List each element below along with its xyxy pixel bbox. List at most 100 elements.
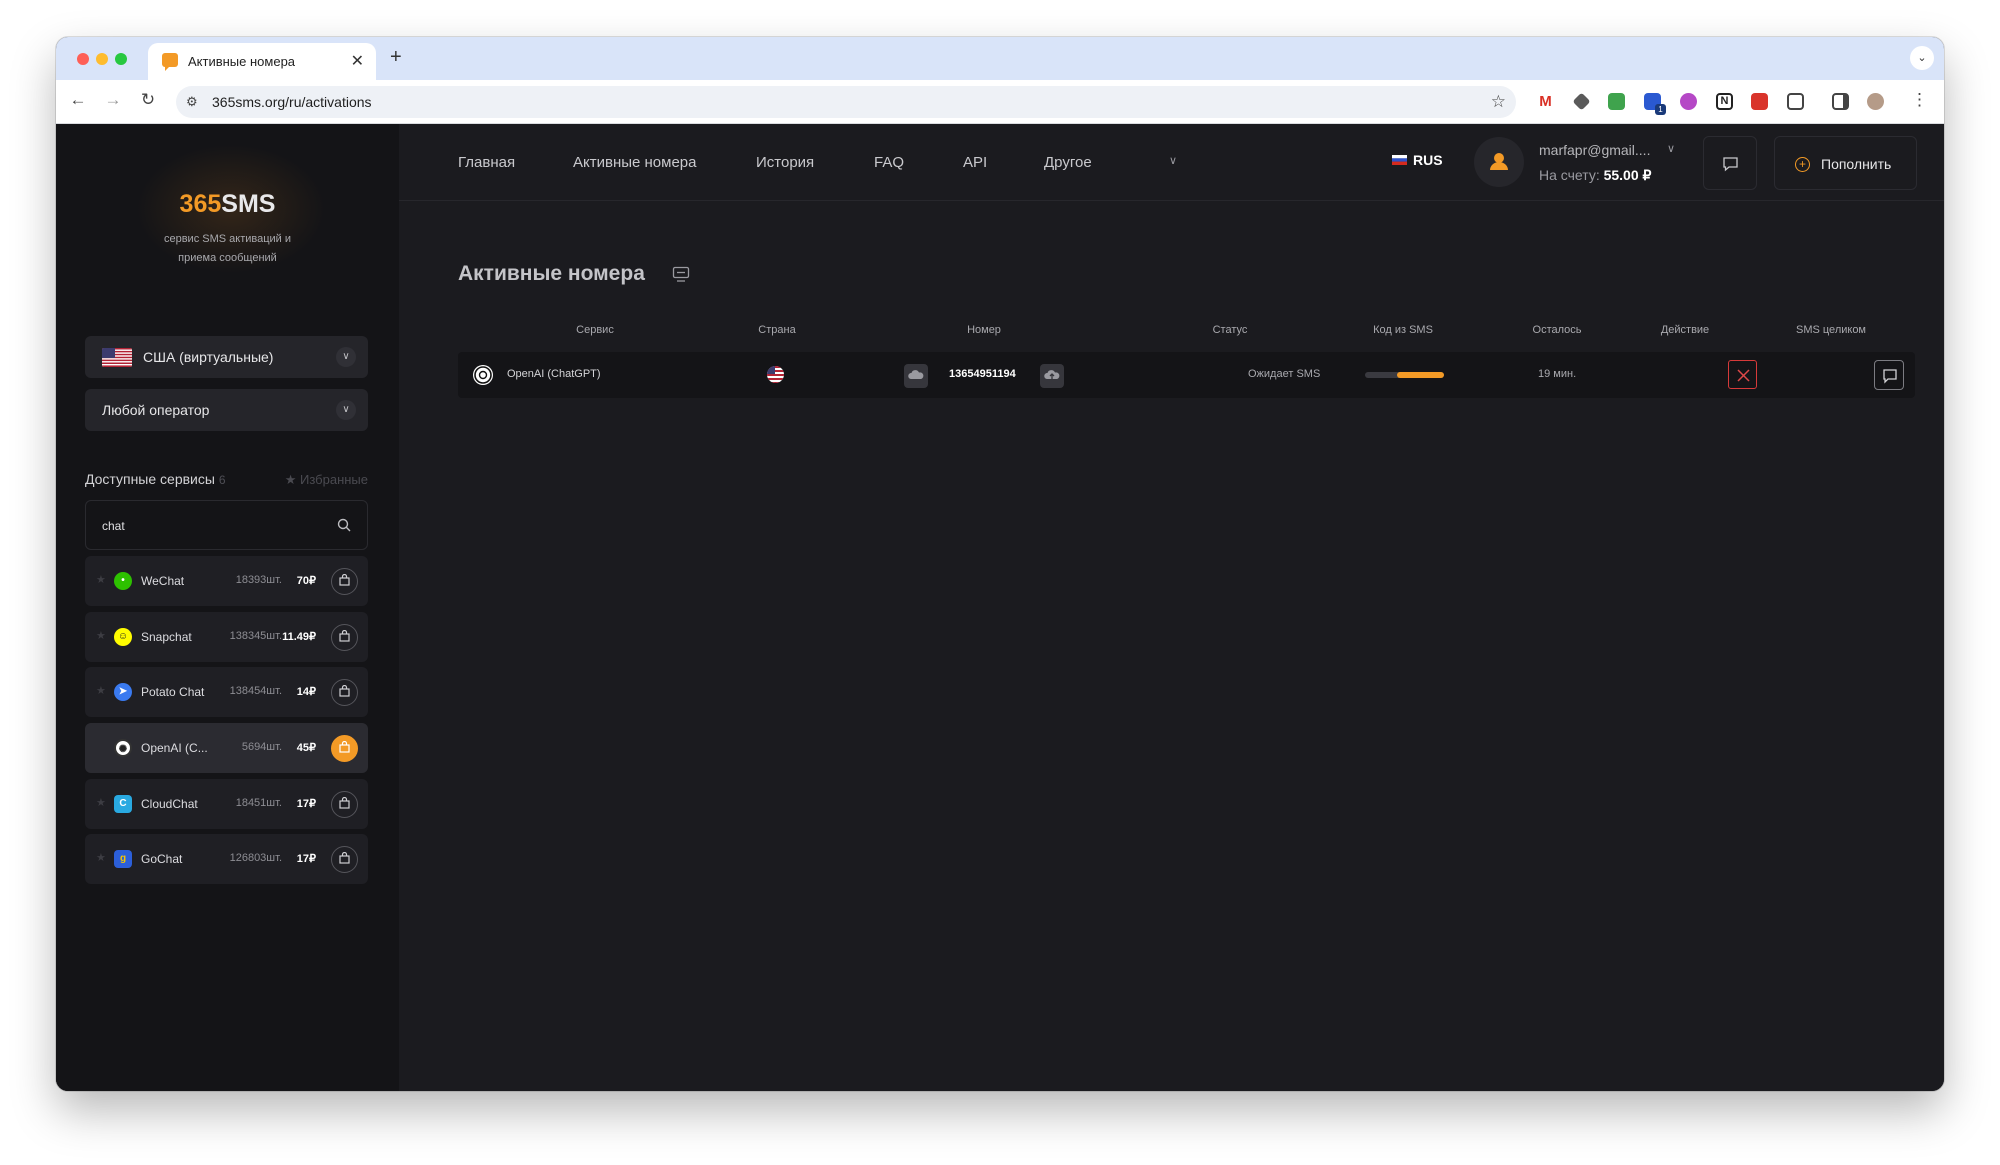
account-email[interactable]: marfapr@gmail.... <box>1539 142 1650 158</box>
service-name: Snapchat <box>141 630 192 644</box>
buy-bag-icon[interactable] <box>331 846 358 873</box>
notion-extension-icon[interactable]: N <box>1716 93 1733 110</box>
favorite-star-icon[interactable]: ★ <box>96 851 106 864</box>
table-row: OpenAI (ChatGPT) 13654951194 Ожидает SMS… <box>458 352 1915 398</box>
reload-icon[interactable]: ↻ <box>136 90 160 110</box>
logo[interactable]: 365SMS <box>56 190 399 219</box>
minimize-window-button[interactable] <box>96 53 108 65</box>
site-info-icon[interactable]: ⚙ <box>186 94 198 110</box>
favorite-star-icon[interactable]: ★ <box>96 796 106 809</box>
service-quantity: 18393шт. <box>235 574 282 586</box>
tagline: сервис SMS активаций и приема сообщений <box>163 233 292 264</box>
nav-other[interactable]: Другое <box>1044 154 1092 171</box>
sms-wait-progress <box>1365 372 1444 378</box>
close-window-button[interactable] <box>77 53 89 65</box>
column-header-sms-code: Код из SMS <box>1373 324 1433 336</box>
blue-extension-icon[interactable]: 1 <box>1644 93 1666 115</box>
column-header-remaining: Осталось <box>1532 324 1582 336</box>
search-value[interactable]: chat <box>102 519 125 533</box>
cancel-activation-button[interactable] <box>1728 360 1757 389</box>
profile-avatar-icon[interactable] <box>1867 93 1884 110</box>
close-icon <box>1737 369 1750 382</box>
buy-bag-icon[interactable] <box>331 791 358 818</box>
chevron-down-icon[interactable]: ∨ <box>1169 154 1177 167</box>
purple-extension-icon[interactable] <box>1680 93 1697 110</box>
support-chat-button[interactable] <box>1703 136 1757 190</box>
language-selector[interactable]: RUS <box>1413 152 1443 168</box>
browser-toolbar: ← → ↻ ⚙ 365sms.org/ru/activations ☆ M 1 … <box>56 80 1944 124</box>
plus-circle-icon: + <box>1795 157 1810 172</box>
top-up-button[interactable]: + Пополнить <box>1774 136 1917 190</box>
operator-select[interactable]: Любой оператор ∨ <box>85 389 368 431</box>
view-full-sms-button[interactable] <box>1874 360 1904 390</box>
address-bar[interactable]: ⚙ 365sms.org/ru/activations ☆ <box>176 86 1516 118</box>
nav-history[interactable]: История <box>756 154 814 171</box>
browser-tab[interactable]: Активные номера ✕ <box>148 43 376 80</box>
service-quantity: 138454шт. <box>229 685 282 697</box>
user-avatar[interactable] <box>1474 137 1524 187</box>
new-tab-button[interactable]: + <box>390 46 402 69</box>
nav-home[interactable]: Главная <box>458 154 515 171</box>
bookmark-star-icon[interactable]: ☆ <box>1491 92 1506 112</box>
forward-icon[interactable]: → <box>101 90 125 110</box>
cloud-upload-icon[interactable] <box>1040 364 1064 388</box>
favorite-star-icon[interactable]: ★ <box>96 629 106 642</box>
service-quantity: 138345шт. <box>229 630 282 642</box>
service-item-cloudchat[interactable]: ★ C CloudChat 18451шт. 17₽ <box>85 779 368 829</box>
extension-badge: 1 <box>1655 104 1666 115</box>
service-item-snapchat[interactable]: ★ ☺ Snapchat 138345шт. 11.49₽ <box>85 612 368 662</box>
extensions-puzzle-icon[interactable] <box>1787 93 1804 110</box>
browser-window: Активные номера ✕ + ⌄ ← → ↻ ⚙ 365sms.org… <box>56 37 1944 1091</box>
service-search-input[interactable]: chat <box>85 500 368 550</box>
service-name: Potato Chat <box>141 685 205 699</box>
snapchat-icon: ☺ <box>114 628 132 646</box>
buy-bag-icon[interactable] <box>331 735 358 762</box>
buy-bag-icon[interactable] <box>331 679 358 706</box>
back-icon[interactable]: ← <box>66 90 90 110</box>
cloud-icon[interactable] <box>904 364 928 388</box>
service-price: 11.49₽ <box>282 631 316 643</box>
column-header-service: Сервис <box>576 324 614 336</box>
nav-active-numbers[interactable]: Активные номера <box>573 154 697 171</box>
service-item-potato-chat[interactable]: ★ ➤ Potato Chat 138454шт. 14₽ <box>85 667 368 717</box>
nav-api[interactable]: API <box>963 154 987 171</box>
favorite-star-icon[interactable]: ★ <box>96 684 106 697</box>
service-name: CloudChat <box>141 797 198 811</box>
buy-bag-icon[interactable] <box>331 624 358 651</box>
chevron-down-icon[interactable]: ∨ <box>1667 142 1675 155</box>
service-item-openai[interactable]: ✺ OpenAI (C... 5694шт. 45₽ <box>85 723 368 773</box>
site-favicon-icon <box>162 53 178 71</box>
service-price: 17₽ <box>296 853 316 865</box>
favorites-link[interactable]: ★ Избранные <box>285 472 368 488</box>
chat-icon <box>1723 157 1738 172</box>
monitor-icon[interactable] <box>672 266 690 283</box>
red-extension-icon[interactable] <box>1751 93 1768 110</box>
tab-close-icon[interactable]: ✕ <box>351 51 364 71</box>
phone-number[interactable]: 13654951194 <box>949 368 1016 380</box>
country-select[interactable]: США (виртуальные) ∨ <box>85 336 368 378</box>
nav-faq[interactable]: FAQ <box>874 154 904 171</box>
maximize-window-button[interactable] <box>115 53 127 65</box>
service-quantity: 18451шт. <box>235 797 282 809</box>
operator-label: Любой оператор <box>102 402 210 418</box>
url-text[interactable]: 365sms.org/ru/activations <box>212 94 372 110</box>
favorite-star-icon[interactable]: ★ <box>96 573 106 586</box>
user-icon <box>1490 153 1508 170</box>
green-extension-icon[interactable] <box>1608 93 1625 110</box>
side-panel-icon[interactable] <box>1832 93 1849 110</box>
diamond-extension-icon[interactable] <box>1572 92 1591 111</box>
row-service-name: OpenAI (ChatGPT) <box>507 368 601 380</box>
status-text: Ожидает SMS <box>1248 368 1321 380</box>
service-quantity: 5694шт. <box>241 741 282 753</box>
tab-search-button[interactable]: ⌄ <box>1910 46 1934 70</box>
gmail-extension-icon[interactable]: M <box>1537 93 1554 110</box>
buy-bag-icon[interactable] <box>331 568 358 595</box>
service-item-gochat[interactable]: ★ g GoChat 126803шт. 17₽ <box>85 834 368 884</box>
service-item-wechat[interactable]: ★ • WeChat 18393шт. 70₽ <box>85 556 368 606</box>
message-icon <box>1883 369 1897 384</box>
service-price: 70₽ <box>296 575 316 587</box>
services-heading: Доступные сервисы 6 <box>85 471 226 487</box>
russia-flag-icon <box>1392 155 1407 165</box>
browser-menu-icon[interactable]: ⋮ <box>1911 90 1928 110</box>
search-icon[interactable] <box>337 518 351 532</box>
